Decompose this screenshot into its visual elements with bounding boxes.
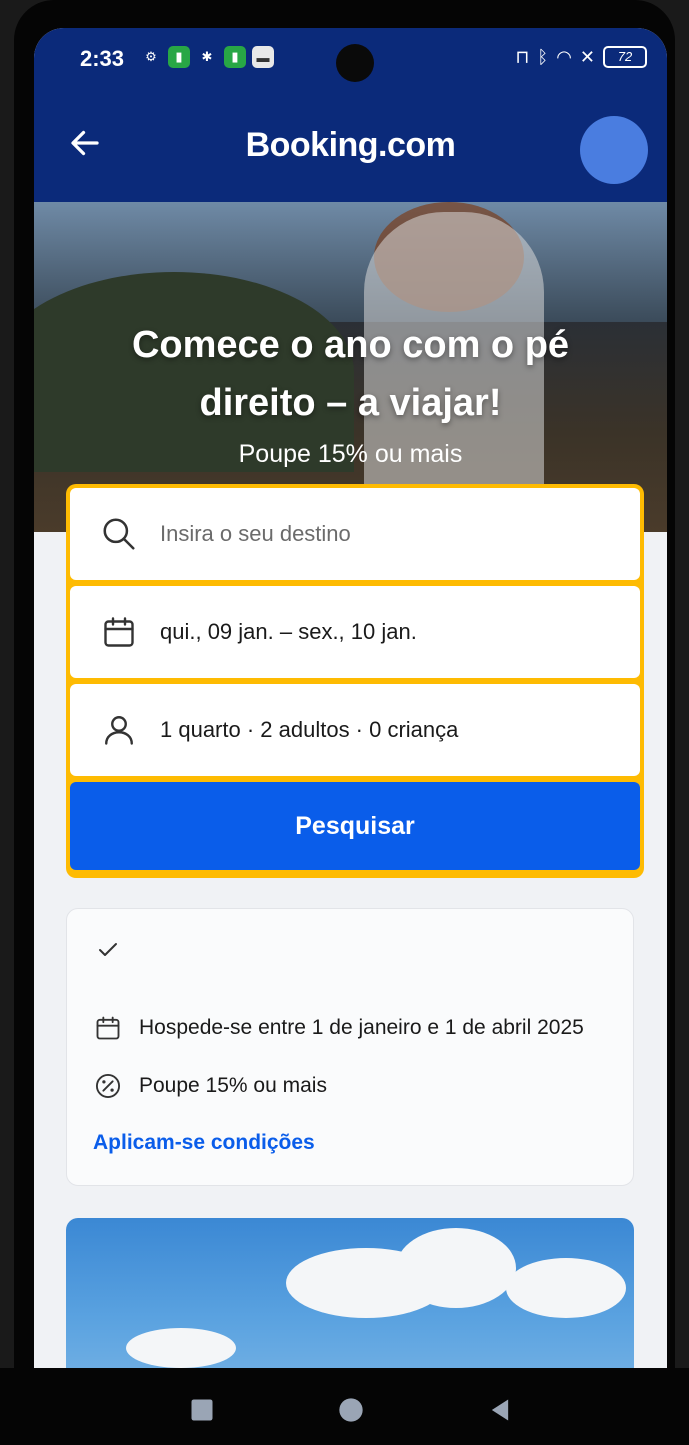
app-bar: Booking.com bbox=[34, 96, 667, 202]
promo-discount-text: Poupe 15% ou mais bbox=[139, 1074, 327, 1097]
cloud bbox=[506, 1258, 626, 1318]
triangle-back-icon bbox=[491, 1399, 509, 1421]
occupancy-field[interactable]: 1 quarto · 2 adultos · 0 criança bbox=[70, 684, 640, 776]
app-notification-icon: ▮ bbox=[168, 46, 190, 68]
promo-stay-row: Hospede-se entre 1 de janeiro e 1 de abr… bbox=[93, 1013, 599, 1043]
destination-placeholder: Insira o seu destino bbox=[160, 521, 351, 546]
battery-icon: 72 bbox=[603, 46, 647, 68]
search-button[interactable]: Pesquisar bbox=[70, 782, 640, 870]
nfc-icon: ⊓ bbox=[515, 46, 530, 67]
brand-title: Booking.com bbox=[245, 126, 456, 164]
back-nav-button[interactable] bbox=[480, 1390, 520, 1430]
search-form: Insira o seu destino qui., 09 jan. – sex… bbox=[66, 484, 644, 878]
bluetooth-icon: ᛒ bbox=[537, 46, 549, 67]
vpn-icon: ⚙ bbox=[145, 49, 157, 64]
dates-value: qui., 09 jan. – sex., 10 jan. bbox=[160, 619, 417, 644]
check-icon bbox=[93, 935, 123, 965]
screen: 2:33 ⚙ ▮ ✱ ▮ ▬ ⊓ ᛒ ◠ ✕ 72 Booking.com Co… bbox=[34, 28, 667, 1368]
recents-button[interactable] bbox=[182, 1390, 222, 1430]
app-notification-icon-2: ▮ bbox=[224, 46, 246, 68]
phone-device: 2:33 ⚙ ▮ ✱ ▮ ▬ ⊓ ᛒ ◠ ✕ 72 Booking.com Co… bbox=[0, 0, 689, 1445]
person-icon bbox=[98, 709, 140, 751]
status-system-icons: ⊓ ᛒ ◠ ✕ 72 bbox=[515, 46, 647, 68]
bug-icon: ✱ bbox=[201, 49, 213, 64]
status-notification-icons: ⚙ ▮ ✱ ▮ ▬ bbox=[140, 46, 274, 68]
home-button[interactable] bbox=[331, 1390, 371, 1430]
calendar-icon bbox=[98, 611, 140, 653]
promo-stay-text: Hospede-se entre 1 de janeiro e 1 de abr… bbox=[139, 1016, 584, 1039]
wifi-icon: ◠ bbox=[556, 46, 572, 67]
status-bar: 2:33 ⚙ ▮ ✱ ▮ ▬ ⊓ ᛒ ◠ ✕ 72 bbox=[34, 28, 667, 96]
message-icon: ▬ bbox=[252, 46, 274, 68]
hero-title: Comece o ano com o pé direito – a viajar… bbox=[131, 324, 570, 424]
hero-banner: Comece o ano com o pé direito – a viajar… bbox=[34, 202, 667, 532]
account-avatar-button[interactable] bbox=[580, 116, 648, 184]
status-time: 2:33 bbox=[80, 46, 125, 71]
cloud bbox=[396, 1228, 516, 1308]
sim-icon: ✕ bbox=[579, 46, 595, 67]
occupancy-value: 1 quarto · 2 adultos · 0 criança bbox=[160, 717, 459, 742]
hero-subtitle: Poupe 15% ou mais bbox=[238, 440, 463, 468]
calendar-icon bbox=[93, 1013, 123, 1043]
percent-icon bbox=[93, 1071, 123, 1101]
circle-icon bbox=[339, 1398, 363, 1422]
destination-image-card[interactable] bbox=[66, 1218, 634, 1368]
square-icon bbox=[191, 1399, 213, 1421]
destination-field[interactable]: Insira o seu destino bbox=[70, 488, 640, 580]
system-nav-bar bbox=[0, 1368, 689, 1445]
front-camera bbox=[336, 44, 374, 82]
search-icon bbox=[98, 513, 140, 555]
promo-check-row bbox=[93, 935, 139, 965]
cloud bbox=[126, 1328, 236, 1368]
dates-field[interactable]: qui., 09 jan. – sex., 10 jan. bbox=[70, 586, 640, 678]
promo-card: Hospede-se entre 1 de janeiro e 1 de abr… bbox=[66, 908, 634, 1186]
conditions-link[interactable]: Aplicam-se condições bbox=[93, 1131, 315, 1155]
promo-discount-row[interactable]: Poupe 15% ou mais bbox=[93, 1071, 327, 1101]
